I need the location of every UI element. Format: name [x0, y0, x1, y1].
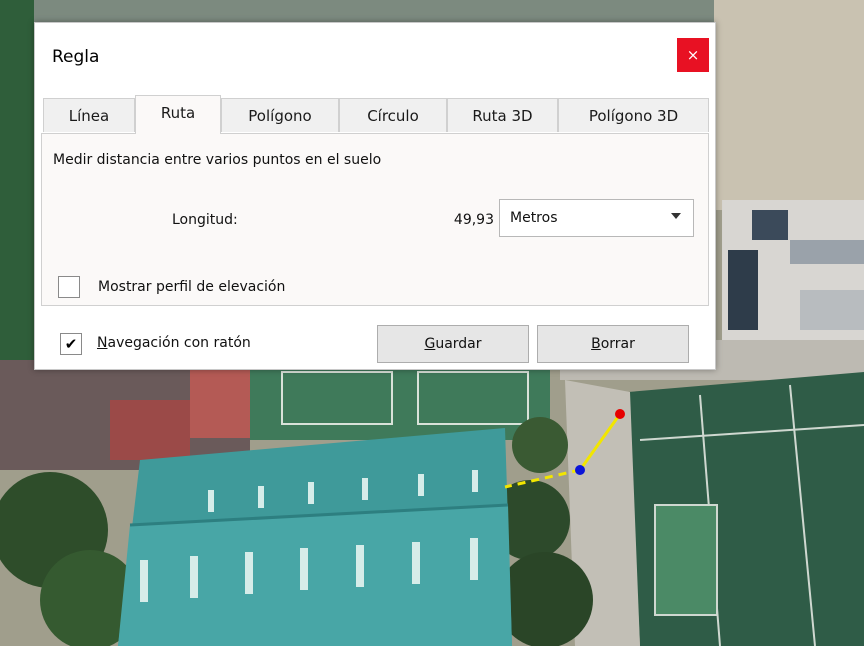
checkmark-icon: ✔	[64, 335, 78, 353]
close-button[interactable]: ×	[677, 38, 709, 72]
route-start-point[interactable]	[615, 409, 625, 419]
mouse-navigation-label[interactable]: Navegación con ratón	[97, 335, 251, 351]
tab-ruta[interactable]: Ruta	[135, 95, 221, 134]
measure-description: Medir distancia entre varios puntos en e…	[53, 152, 382, 168]
tab-circulo[interactable]: Círculo	[339, 98, 447, 132]
tab-panel-ruta: Medir distancia entre varios puntos en e…	[41, 133, 709, 306]
tab-bar: Línea Ruta Polígono Círculo Ruta 3D Polí…	[41, 95, 709, 134]
mouse-navigation-checkbox[interactable]: ✔	[60, 333, 82, 355]
length-value: 49,93	[453, 212, 494, 228]
unit-selected-value: Metros	[510, 210, 558, 226]
ruler-dialog: Regla × Línea Ruta Polígono Círculo Ruta…	[34, 22, 716, 370]
tab-poligono-3d[interactable]: Polígono 3D	[558, 98, 709, 132]
clear-button[interactable]: Borrar	[537, 325, 689, 363]
elevation-profile-label[interactable]: Mostrar perfil de elevación	[98, 279, 285, 295]
close-icon: ×	[686, 46, 700, 64]
unit-dropdown[interactable]: Metros	[499, 199, 694, 237]
elevation-profile-checkbox[interactable]	[58, 276, 80, 298]
tab-poligono[interactable]: Polígono	[221, 98, 339, 132]
route-vertex-point[interactable]	[575, 465, 585, 475]
tab-ruta-3d[interactable]: Ruta 3D	[447, 98, 558, 132]
dialog-title: Regla	[52, 47, 100, 67]
tab-linea[interactable]: Línea	[43, 98, 135, 132]
length-label: Longitud:	[172, 212, 238, 228]
chevron-down-icon	[671, 213, 681, 219]
save-button[interactable]: Guardar	[377, 325, 529, 363]
